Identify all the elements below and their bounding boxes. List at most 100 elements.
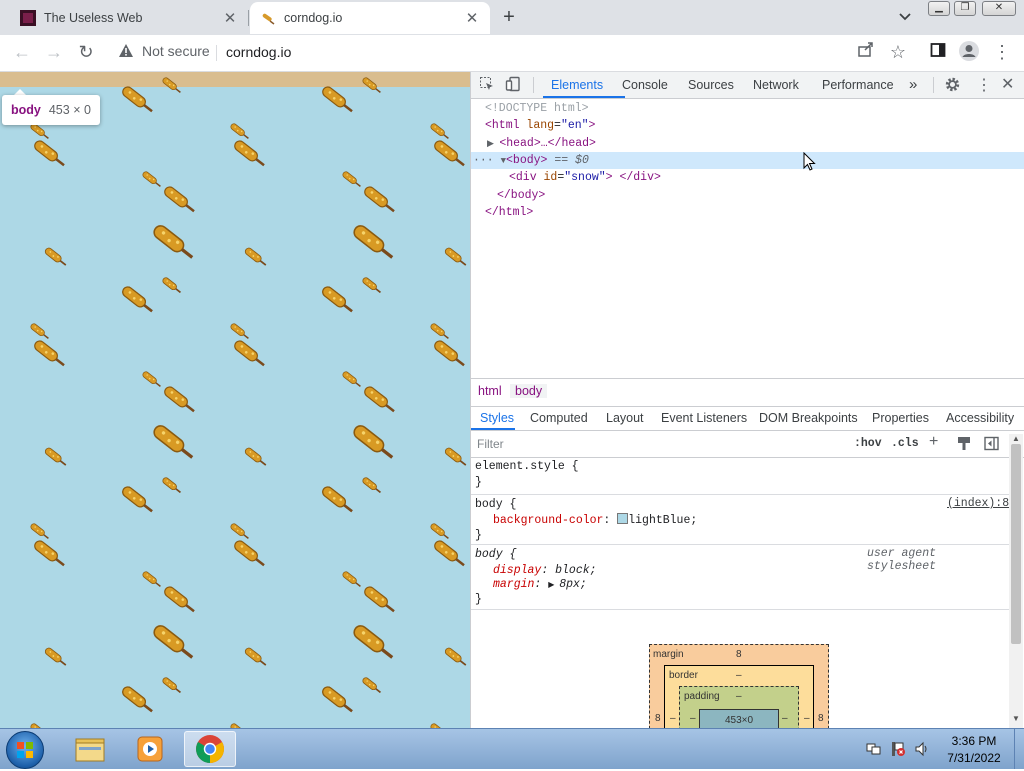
margin-left-value[interactable]: 8: [655, 713, 661, 724]
margin-top-value[interactable]: 8: [736, 649, 742, 660]
new-tab-icon[interactable]: +: [498, 5, 520, 29]
dom-html-close[interactable]: </html>: [485, 204, 533, 221]
border-left-value[interactable]: –: [670, 713, 676, 724]
breadcrumb-html[interactable]: html: [473, 384, 507, 398]
more-tabs-icon[interactable]: »: [909, 72, 917, 98]
taskbar-chrome[interactable]: [184, 731, 236, 767]
corndog-icon: [244, 247, 267, 266]
side-panel-icon[interactable]: [926, 40, 950, 64]
element-inspect-tooltip: body 453 × 0: [2, 95, 100, 125]
tab-console[interactable]: Console: [622, 72, 668, 98]
share-icon[interactable]: [854, 40, 878, 64]
tab-layout[interactable]: Layout: [606, 406, 644, 430]
corndog-icon: [44, 247, 67, 266]
corndog-icon: [244, 647, 267, 666]
hov-toggle[interactable]: :hov: [854, 437, 882, 450]
styles-scrollbar[interactable]: ▲ ▼: [1009, 434, 1023, 728]
taskbar-explorer[interactable]: [64, 731, 116, 767]
taskbar-media-player[interactable]: [124, 731, 176, 767]
corndog-icon: [362, 677, 381, 693]
tab-properties[interactable]: Properties: [872, 406, 929, 430]
close-window-button[interactable]: ✕: [982, 1, 1016, 16]
scroll-up-icon[interactable]: ▲: [1012, 434, 1020, 443]
dom-html-open[interactable]: <html lang="en">: [485, 117, 595, 134]
system-clock[interactable]: 3:36 PM 7/31/2022: [944, 733, 1004, 767]
reload-icon[interactable]: ↻: [74, 40, 98, 64]
inspect-element-icon[interactable]: [479, 76, 495, 95]
dom-head-node[interactable]: ▶ <head>…</head>: [487, 135, 596, 152]
tab-elements[interactable]: Elements: [551, 72, 603, 98]
filter-input[interactable]: Filter: [477, 437, 504, 451]
dom-body-node[interactable]: ··· ▼<body> == $0: [473, 152, 589, 169]
corndog-icon: [234, 340, 265, 367]
rule-declaration[interactable]: margin: ▶ 8px;: [493, 577, 587, 593]
network-icon[interactable]: [866, 741, 882, 760]
rule-source-label: user agent stylesheet: [867, 547, 937, 573]
bookmark-star-icon[interactable]: ☆: [886, 40, 910, 64]
tab-useless-web[interactable]: The Useless Web ✕: [10, 2, 248, 34]
rule-selector[interactable]: body {: [475, 497, 516, 513]
dom-body-close[interactable]: </body>: [497, 187, 545, 204]
close-icon[interactable]: ✕: [464, 9, 480, 27]
rule-source-link[interactable]: (index):8: [947, 497, 1009, 510]
volume-icon[interactable]: [914, 741, 930, 760]
profile-avatar-icon[interactable]: [957, 40, 981, 64]
corndog-icon: [153, 425, 194, 459]
restore-button[interactable]: ❐: [954, 1, 976, 16]
toggle-sidebar-icon[interactable]: [984, 436, 999, 454]
breadcrumb: html body: [471, 378, 1024, 407]
padding-value[interactable]: –: [736, 691, 742, 702]
chevron-down-icon[interactable]: [896, 8, 914, 26]
minimize-button[interactable]: ▁: [928, 1, 950, 16]
tab-accessibility[interactable]: Accessibility: [946, 406, 1014, 430]
tab-sources[interactable]: Sources: [688, 72, 734, 98]
folder-icon: [75, 738, 105, 762]
corndog-icon: [434, 140, 465, 167]
margin-right-value[interactable]: 8: [818, 713, 824, 724]
breadcrumb-body[interactable]: body: [510, 384, 548, 398]
padding-label: padding: [684, 691, 720, 702]
url-separator: [216, 45, 217, 61]
dom-div-snow[interactable]: <div id="snow"> </div>: [509, 169, 661, 186]
tab-computed[interactable]: Computed: [530, 406, 588, 430]
tab-dom-breakpoints[interactable]: DOM Breakpoints: [759, 406, 858, 430]
rule-declaration[interactable]: background-color: lightBlue;: [493, 513, 697, 529]
scrollbar-thumb[interactable]: [1011, 444, 1021, 644]
settings-gear-icon[interactable]: [944, 76, 961, 96]
paint-brush-icon[interactable]: [957, 436, 971, 454]
border-value[interactable]: –: [736, 670, 742, 681]
corndog-icon: [162, 77, 181, 93]
devtools-menu-icon[interactable]: ⋮: [976, 75, 992, 95]
color-swatch[interactable]: [617, 513, 629, 524]
device-toolbar-icon[interactable]: [505, 76, 521, 95]
show-desktop-button[interactable]: [1014, 729, 1024, 769]
forward-icon[interactable]: →: [42, 40, 66, 64]
action-center-icon[interactable]: [890, 741, 906, 760]
tab-network[interactable]: Network: [753, 72, 799, 98]
tab-event-listeners[interactable]: Event Listeners: [661, 406, 747, 430]
close-devtools-icon[interactable]: ✕: [1001, 74, 1014, 94]
tab-styles[interactable]: Styles: [480, 406, 514, 430]
corndog-favicon: [260, 10, 276, 26]
add-rule-icon[interactable]: +: [929, 433, 938, 451]
menu-kebab-icon[interactable]: ⋮: [990, 40, 1014, 64]
clock-date: 7/31/2022: [947, 751, 1001, 765]
security-indicator[interactable]: Not secure: [118, 43, 210, 59]
tab-performance[interactable]: Performance: [822, 72, 894, 98]
address-bar[interactable]: corndog.io: [226, 44, 291, 60]
rule-selector[interactable]: element.style {: [475, 459, 579, 475]
padding-left-value[interactable]: –: [690, 713, 696, 724]
back-icon[interactable]: ←: [10, 40, 34, 64]
padding-right-value[interactable]: –: [782, 713, 788, 724]
cls-toggle[interactable]: .cls: [891, 437, 919, 450]
tab-corndog[interactable]: corndog.io ✕: [250, 2, 490, 34]
dom-doctype[interactable]: <!DOCTYPE html>: [485, 100, 589, 117]
close-icon[interactable]: ✕: [222, 9, 238, 27]
border-right-value[interactable]: –: [804, 713, 810, 724]
box-model-border[interactable]: border – – – padding – – – 453×0: [664, 665, 814, 736]
page-viewport[interactable]: [0, 72, 470, 728]
rule-element-style: element.style { }: [471, 458, 1009, 495]
box-model-margin[interactable]: margin 8 8 8 border – – – padding – – – …: [649, 644, 829, 736]
start-button[interactable]: [6, 731, 44, 769]
scroll-down-icon[interactable]: ▼: [1012, 714, 1020, 723]
